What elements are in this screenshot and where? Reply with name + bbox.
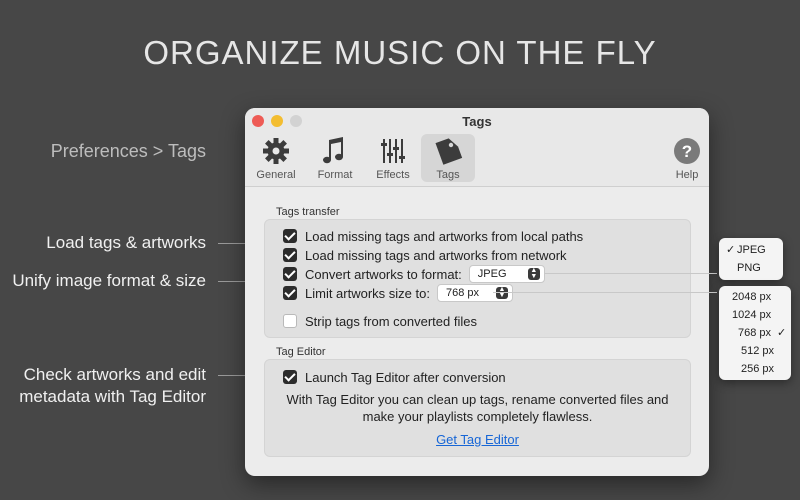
tab-tags-label: Tags: [436, 169, 460, 181]
tab-effects-label: Effects: [376, 169, 410, 181]
caption-tag-editor: Check artworks and edit metadata with Ta…: [10, 364, 206, 408]
tag-editor-description: With Tag Editor you can clean up tags, r…: [265, 391, 690, 425]
menu-item-1024[interactable]: 1024 px: [719, 306, 791, 324]
menu-item-2048[interactable]: 2048 px: [719, 288, 791, 306]
checkbox[interactable]: [283, 248, 297, 262]
option-convert-format[interactable]: Convert artworks to format: JPEG ▲ ▼: [283, 265, 545, 283]
description-line: make your playlists completely flawless.: [362, 409, 593, 424]
checkbox[interactable]: [283, 267, 297, 281]
tab-format[interactable]: Format: [308, 134, 362, 182]
checkbox[interactable]: [283, 286, 297, 300]
menu-item-label: 512 px: [741, 345, 775, 357]
headline: ORGANIZE MUSIC ON THE FLY: [143, 34, 657, 71]
checkbox[interactable]: [283, 229, 297, 243]
music-note-icon: [323, 137, 343, 164]
checkbox[interactable]: [283, 370, 297, 384]
gear-icon: [263, 138, 289, 164]
option-launch-tag-editor[interactable]: Launch Tag Editor after conversion: [283, 368, 506, 386]
size-menu: 2048 px 1024 px 768 px ✓ 512 px 256 px: [719, 286, 791, 380]
description-line: With Tag Editor you can clean up tags, r…: [286, 392, 669, 407]
section-title-tag-editor: Tag Editor: [276, 346, 326, 358]
titlebar: Tags General Format Effects Tags ? Help: [245, 108, 709, 187]
breadcrumb-caption: Preferences > Tags: [50, 141, 206, 161]
menu-item-256[interactable]: 256 px: [719, 360, 791, 378]
option-label: Strip tags from converted files: [305, 313, 477, 329]
format-popup[interactable]: JPEG ▲ ▼: [468, 265, 545, 283]
tab-tags[interactable]: Tags: [421, 134, 475, 182]
menu-item-jpeg[interactable]: ✓ JPEG: [719, 241, 783, 259]
menu-item-label: PNG: [737, 262, 761, 274]
tab-format-label: Format: [317, 169, 353, 181]
connector-line: [545, 273, 717, 274]
caption-unify-format: Unify image format & size: [12, 271, 206, 290]
menu-item-512[interactable]: 512 px: [719, 342, 791, 360]
checkmark-icon: ✓: [777, 327, 787, 339]
option-strip-tags[interactable]: Strip tags from converted files: [283, 312, 477, 330]
option-label: Load missing tags and artworks from netw…: [305, 247, 567, 263]
option-load-network[interactable]: Load missing tags and artworks from netw…: [283, 246, 567, 264]
format-menu: ✓ JPEG PNG: [719, 238, 783, 280]
chevron-updown-icon: ▲ ▼: [495, 286, 508, 299]
tab-help-label: Help: [675, 169, 699, 181]
option-limit-size[interactable]: Limit artworks size to: 768 px ▲ ▼: [283, 284, 513, 302]
get-tag-editor-link[interactable]: Get Tag Editor: [265, 432, 690, 447]
tags-transfer-group: Load missing tags and artworks from loca…: [264, 219, 691, 338]
section-title-tags-transfer: Tags transfer: [276, 206, 340, 218]
format-popup-value: JPEG: [477, 268, 507, 280]
menu-item-png[interactable]: PNG: [719, 259, 783, 277]
svg-text:?: ?: [682, 142, 692, 161]
menu-item-label: 256 px: [741, 363, 775, 375]
caption-tag-editor-line2: metadata with Tag Editor: [19, 387, 206, 406]
menu-item-label: 1024 px: [732, 309, 772, 321]
tab-general[interactable]: General: [249, 134, 303, 182]
option-label: Launch Tag Editor after conversion: [305, 369, 506, 385]
window-title: Tags: [462, 114, 492, 129]
menu-item-label: 2048 px: [732, 291, 772, 303]
option-label: Convert artworks to format:: [305, 266, 462, 282]
checkbox[interactable]: [283, 314, 297, 328]
option-label: Limit artworks size to:: [305, 285, 430, 301]
menu-item-label: 768 px: [738, 327, 772, 339]
menu-item-768[interactable]: 768 px ✓: [719, 324, 791, 342]
tag-editor-group: Launch Tag Editor after conversion With …: [264, 359, 691, 457]
checkmark-icon: ✓: [726, 244, 736, 256]
size-popup-value: 768 px: [445, 287, 480, 299]
tag-icon: [435, 138, 463, 165]
tab-help[interactable]: ? Help: [660, 134, 709, 182]
sliders-icon: [381, 139, 405, 163]
connector-line: [493, 292, 717, 293]
menu-item-label: JPEG: [737, 244, 766, 256]
caption-load-tags: Load tags & artworks: [46, 233, 206, 252]
caption-tag-editor-line1: Check artworks and edit: [23, 365, 206, 384]
option-label: Load missing tags and artworks from loca…: [305, 228, 584, 244]
size-popup[interactable]: 768 px ▲ ▼: [436, 284, 513, 302]
chevron-updown-icon: ▲ ▼: [527, 267, 540, 280]
question-icon: ?: [674, 138, 700, 164]
tab-effects[interactable]: Effects: [366, 134, 420, 182]
tab-general-label: General: [256, 169, 296, 181]
option-load-local[interactable]: Load missing tags and artworks from loca…: [283, 227, 583, 245]
